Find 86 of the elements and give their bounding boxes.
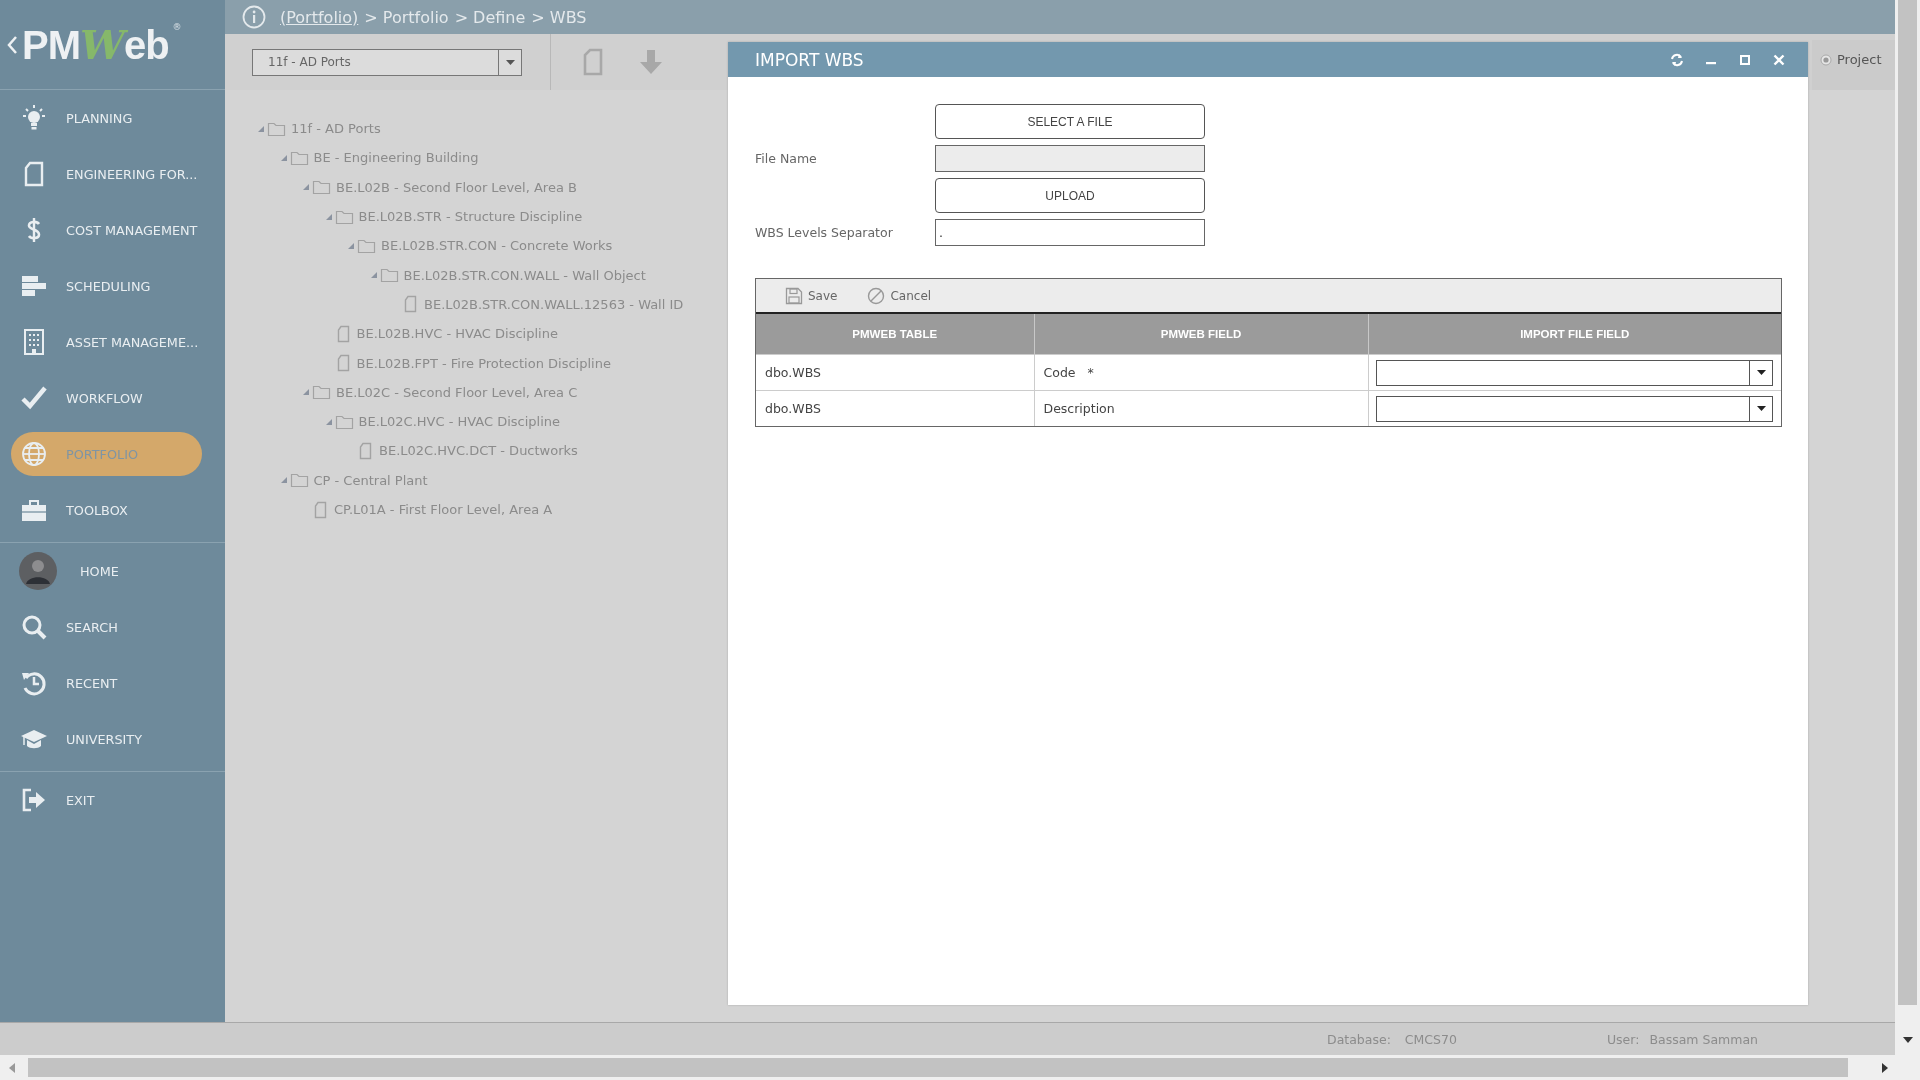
folder-icon xyxy=(289,471,309,490)
scrollbar-thumb[interactable] xyxy=(28,1058,1848,1077)
tree-item[interactable]: BE.L02C.HVC.DCT - Ductworks xyxy=(379,443,578,459)
caret-icon xyxy=(505,59,515,65)
file-icon xyxy=(357,441,374,460)
tree-item[interactable]: BE.L02B.HVC - HVAC Discipline xyxy=(356,326,558,342)
save-icon xyxy=(785,286,803,305)
select-file-button[interactable]: SELECT A FILE xyxy=(935,104,1205,139)
column-header: IMPORT FILE FIELD xyxy=(1368,314,1781,355)
nav-item[interactable]: ASSET MANAGEME... xyxy=(11,320,202,364)
nav-item[interactable]: SCHEDULING xyxy=(11,264,202,308)
refresh-icon[interactable] xyxy=(1670,52,1684,67)
caret-icon xyxy=(1756,370,1766,375)
download-arrow-icon[interactable] xyxy=(639,49,663,75)
status-label: Database: xyxy=(1327,1031,1391,1047)
tree-item[interactable]: BE.L02C.HVC - HVAC Discipline xyxy=(358,414,561,430)
scroll-left-icon[interactable] xyxy=(9,1062,15,1073)
separator-field[interactable]: . xyxy=(935,219,1205,246)
nav-item[interactable]: TOOLBOX xyxy=(11,488,202,532)
history-icon xyxy=(20,669,48,697)
project-dropdown[interactable]: 11f - AD Ports xyxy=(252,48,522,76)
collapse-icon[interactable] xyxy=(301,182,311,193)
upload-button[interactable]: UPLOAD xyxy=(935,178,1205,213)
folder-icon xyxy=(312,383,331,402)
logo-text: PMWeb xyxy=(22,21,169,68)
tree-item[interactable]: CP - Central Plant xyxy=(313,472,428,488)
tree-item[interactable]: BE.L02B - Second Floor Level, Area B xyxy=(336,179,577,195)
column-header: PMWEB TABLE xyxy=(756,314,1034,355)
breadcrumb-link[interactable]: (Portfolio) xyxy=(280,7,359,27)
registered-mark: ® xyxy=(172,22,182,32)
back-icon[interactable] xyxy=(6,34,18,55)
column-header: PMWEB FIELD xyxy=(1034,314,1368,355)
nav-item[interactable]: SEARCH xyxy=(11,605,202,649)
close-icon[interactable] xyxy=(1772,52,1786,67)
tree-item[interactable]: BE - Engineering Building xyxy=(313,150,479,166)
nav-item[interactable]: COST MANAGEMENT xyxy=(11,208,202,252)
bulb-icon xyxy=(20,104,48,132)
breadcrumb-item: > Define xyxy=(454,7,526,27)
tree-item[interactable]: BE.L02B.STR.CON.WALL.12563 - Wall ID xyxy=(424,296,684,312)
folder-icon xyxy=(312,178,331,197)
field-label: WBS Levels Separator xyxy=(755,225,894,240)
dropdown-field[interactable] xyxy=(1375,359,1773,386)
collapse-icon[interactable] xyxy=(301,387,311,398)
tree-item[interactable]: BE.L02B.STR.CON.WALL - Wall Object xyxy=(403,267,646,283)
database-name: CMCS70 xyxy=(1404,1031,1457,1047)
toolbar-button[interactable]: Cancel xyxy=(867,286,932,305)
scrollbar-thumb[interactable] xyxy=(1898,0,1917,1005)
cancel-icon xyxy=(867,286,886,305)
dropdown-field[interactable] xyxy=(1375,395,1773,422)
maximize-icon[interactable] xyxy=(1738,52,1752,67)
breadcrumb-item: > Portfolio xyxy=(364,7,449,27)
file-icon xyxy=(312,500,329,519)
tree-item[interactable]: BE.L02B.STR.CON - Concrete Works xyxy=(381,238,613,254)
user-name: Bassam Samman xyxy=(1649,1031,1759,1047)
table-cell: dbo.WBS xyxy=(756,354,1034,391)
tree-item[interactable]: BE.L02C - Second Floor Level, Area C xyxy=(336,384,578,400)
info-icon[interactable] xyxy=(242,5,266,29)
avatar-icon xyxy=(18,551,58,591)
breadcrumb-item: > WBS xyxy=(531,7,587,27)
search-icon xyxy=(20,613,48,641)
nav-item[interactable]: ENGINEERING FOR... xyxy=(11,152,202,196)
field-label: File Name xyxy=(755,151,818,166)
nav-item[interactable]: EXIT xyxy=(11,778,202,822)
toolbar-button[interactable]: Save xyxy=(785,286,838,305)
tree-item[interactable]: BE.L02B.STR - Structure Discipline xyxy=(358,209,583,225)
tree-item[interactable]: CP.L01A - First Floor Level, Area A xyxy=(334,502,553,517)
file-icon xyxy=(402,295,419,314)
scroll-right-icon[interactable] xyxy=(1882,1062,1888,1073)
nav-item[interactable]: WORKFLOW xyxy=(11,376,202,420)
nav-item[interactable]: HOME xyxy=(11,549,202,593)
tree-item[interactable]: 11f - AD Ports xyxy=(291,121,381,137)
status-label: User: xyxy=(1606,1031,1640,1047)
document-icon[interactable] xyxy=(583,48,603,76)
nav-item[interactable]: PLANNING xyxy=(11,96,202,140)
dialog-title: IMPORT WBS xyxy=(755,49,865,70)
caret-icon xyxy=(1756,406,1766,411)
nav-item[interactable]: RECENT xyxy=(11,661,202,705)
scroll-down-icon[interactable] xyxy=(1902,1037,1913,1043)
table-cell: Description xyxy=(1034,390,1368,426)
tree-item[interactable]: BE.L02B.FPT - Fire Protection Discipline xyxy=(356,355,611,371)
globe-icon xyxy=(20,440,48,468)
table-cell: dbo.WBS xyxy=(756,390,1034,426)
folder-icon xyxy=(379,266,399,285)
check-icon xyxy=(20,384,48,412)
nav-item[interactable]: UNIVERSITY xyxy=(11,717,202,761)
table-cell: Code * xyxy=(1034,354,1368,391)
